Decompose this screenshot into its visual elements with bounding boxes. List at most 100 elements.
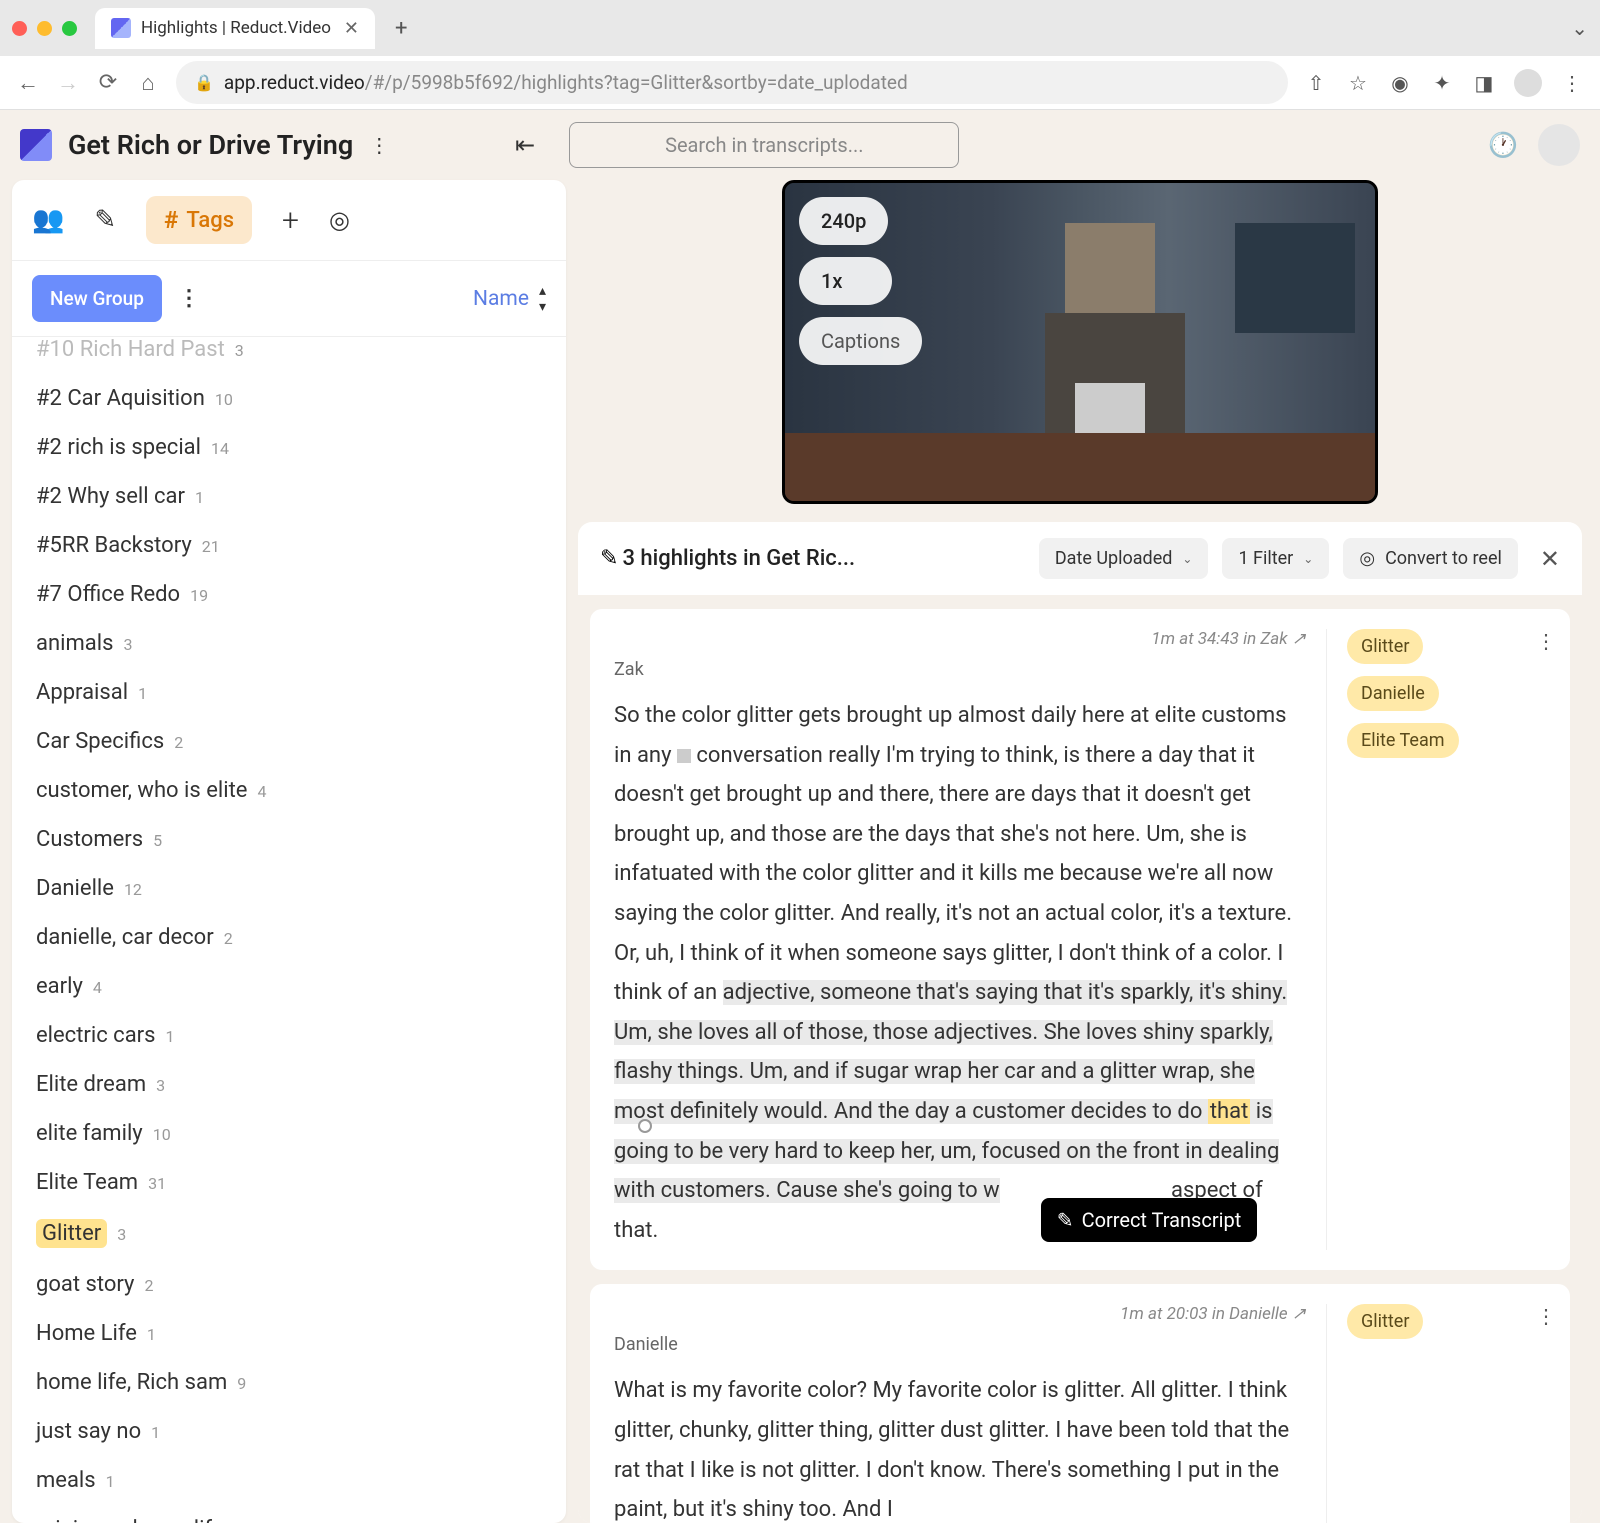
tag-item[interactable]: #2 Car Aquisition10 <box>36 374 542 423</box>
browser-menu-icon[interactable]: ⋮ <box>1560 71 1584 95</box>
highlight-meta[interactable]: 1m at 20:03 in Danielle ↗ <box>614 1304 1306 1324</box>
tag-name: just say no <box>36 1419 141 1444</box>
tag-item[interactable]: electric cars1 <box>36 1011 542 1060</box>
tag-item[interactable]: animals3 <box>36 619 542 668</box>
profile-avatar[interactable] <box>1514 69 1542 97</box>
panel-icon[interactable]: ◨ <box>1472 71 1496 95</box>
user-avatar[interactable] <box>1538 124 1580 166</box>
highlights-panel: ✎ 3 highlights in Get Ric... Date Upload… <box>578 522 1582 1523</box>
card-menu-icon[interactable]: ⋮ <box>1536 629 1556 653</box>
correct-transcript-button[interactable]: ✎ Correct Transcript <box>1041 1198 1257 1242</box>
tag-count: 10 <box>215 390 233 409</box>
tag-item[interactable]: #7 Office Redo19 <box>36 570 542 619</box>
tag-item[interactable]: meals1 <box>36 1456 542 1505</box>
people-tab-icon[interactable]: 👥 <box>32 205 64 235</box>
captions-button[interactable]: Captions <box>799 317 922 365</box>
tag-item[interactable]: elite family10 <box>36 1109 542 1158</box>
tag-name: home life, Rich sam <box>36 1370 227 1395</box>
chevron-down-icon: ⌄ <box>1303 552 1313 566</box>
tag-item[interactable]: danielle, car decor2 <box>36 913 542 962</box>
tag-item[interactable]: #2 rich is special 14 <box>36 423 542 472</box>
lock-icon: 🔒 <box>194 73 214 92</box>
target-tab-icon[interactable]: ◎ <box>329 206 350 234</box>
tag-name: early <box>36 974 83 999</box>
tag-name: #10 Rich Hard Past <box>36 337 225 362</box>
sort-by-name[interactable]: Name ▴▾ <box>473 283 546 315</box>
card-menu-icon[interactable]: ⋮ <box>1536 1304 1556 1328</box>
url-bar[interactable]: 🔒 app.reduct.video/#/p/5998b5f692/highli… <box>176 61 1288 104</box>
tag-item[interactable]: mini cow, home life2 <box>36 1505 542 1523</box>
video-player[interactable]: 240p 1x Captions <box>782 180 1378 504</box>
tag-name: Customers <box>36 827 143 852</box>
reload-button[interactable]: ⟳ <box>96 70 120 95</box>
tag-item[interactable]: Appraisal1 <box>36 668 542 717</box>
tag-item[interactable]: home life, Rich sam9 <box>36 1358 542 1407</box>
speed-button[interactable]: 1x <box>799 257 892 305</box>
tag-item[interactable]: early4 <box>36 962 542 1011</box>
add-tab-icon[interactable]: + <box>282 203 299 238</box>
tag-name: danielle, car decor <box>36 925 214 950</box>
tag-item[interactable]: Elite Team31 <box>36 1158 542 1207</box>
favicon <box>111 18 131 38</box>
pencil-icon: ✎ <box>1057 1208 1074 1232</box>
tag-chip[interactable]: Danielle <box>1347 676 1439 711</box>
new-tab-button[interactable]: + <box>395 16 407 41</box>
home-button[interactable]: ⌂ <box>136 70 160 96</box>
tag-item[interactable]: just say no1 <box>36 1407 542 1456</box>
share-icon[interactable]: ⇧ <box>1304 71 1328 95</box>
tag-item[interactable]: #10 Rich Hard Past 3 <box>36 337 542 374</box>
tag-item[interactable]: #2 Why sell car1 <box>36 472 542 521</box>
transcript-text[interactable]: So the color glitter gets brought up alm… <box>614 696 1306 1250</box>
close-panel-icon[interactable]: ✕ <box>1540 545 1560 573</box>
browser-tab[interactable]: Highlights | Reduct.Video ✕ <box>95 8 375 49</box>
tag-name: #2 rich is special <box>36 435 201 460</box>
history-icon[interactable]: 🕐 <box>1488 131 1518 159</box>
tag-item[interactable]: Customers 5 <box>36 815 542 864</box>
tag-count: 3 <box>235 341 244 360</box>
collapse-sidebar-icon[interactable]: ⇥ <box>515 131 535 159</box>
tag-chip[interactable]: Glitter <box>1347 1304 1423 1339</box>
sidebar-menu-icon[interactable]: ⋮ <box>178 286 200 311</box>
tag-count: 14 <box>211 439 229 458</box>
tag-item[interactable]: Elite dream3 <box>36 1060 542 1109</box>
tabs-dropdown-icon[interactable]: ⌄ <box>1571 16 1588 40</box>
new-group-button[interactable]: New Group <box>32 275 162 322</box>
tag-item[interactable]: Home Life1 <box>36 1309 542 1358</box>
window-controls[interactable] <box>12 21 77 36</box>
tag-name: #5RR Backstory <box>36 533 192 558</box>
tag-item[interactable]: Danielle12 <box>36 864 542 913</box>
sort-arrows-icon: ▴▾ <box>539 283 546 315</box>
tag-list[interactable]: #10 Rich Hard Past3#2 Car Aquisition10#2… <box>12 337 566 1523</box>
tag-count: 3 <box>117 1225 126 1244</box>
highlight-meta[interactable]: 1m at 34:43 in Zak ↗ <box>614 629 1306 649</box>
tag-item[interactable]: Glitter3 <box>36 1207 542 1260</box>
filter-button[interactable]: 1 Filter⌄ <box>1222 538 1329 579</box>
extensions-icon[interactable]: ✦ <box>1430 71 1454 95</box>
transcript-text[interactable]: What is my favorite color? My favorite c… <box>614 1371 1306 1523</box>
highlight-tab-icon[interactable]: ✎ <box>94 205 116 235</box>
highlights-title: 3 highlights in Get Ric... <box>622 546 855 571</box>
convert-to-reel-button[interactable]: ◎Convert to reel <box>1343 538 1518 579</box>
tag-name: electric cars <box>36 1023 155 1048</box>
search-input[interactable]: Search in transcripts... <box>569 122 959 168</box>
close-tab-icon[interactable]: ✕ <box>344 18 359 39</box>
project-menu-icon[interactable]: ⋮ <box>369 133 389 157</box>
tag-item[interactable]: #5RR Backstory21 <box>36 521 542 570</box>
app-logo[interactable] <box>20 129 52 161</box>
tag-count: 5 <box>153 831 162 850</box>
tag-chip[interactable]: Elite Team <box>1347 723 1459 758</box>
quality-button[interactable]: 240p <box>799 197 888 245</box>
tag-item[interactable]: customer, who is elite4 <box>36 766 542 815</box>
tag-item[interactable]: Car Specifics2 <box>36 717 542 766</box>
tag-item[interactable]: goat story2 <box>36 1260 542 1309</box>
highlight-card: ⋮ 1m at 20:03 in Danielle ↗ Danielle Wha… <box>590 1284 1570 1523</box>
eye-icon[interactable]: ◉ <box>1388 71 1412 95</box>
tags-tab[interactable]: # Tags <box>146 196 252 244</box>
forward-button: → <box>56 70 80 96</box>
bookmark-icon[interactable]: ☆ <box>1346 71 1370 95</box>
tag-name: Appraisal <box>36 680 128 705</box>
sort-button[interactable]: Date Uploaded⌄ <box>1039 538 1209 579</box>
project-title: Get Rich or Drive Trying <box>68 129 353 161</box>
tag-chip[interactable]: Glitter <box>1347 629 1423 664</box>
back-button[interactable]: ← <box>16 70 40 96</box>
